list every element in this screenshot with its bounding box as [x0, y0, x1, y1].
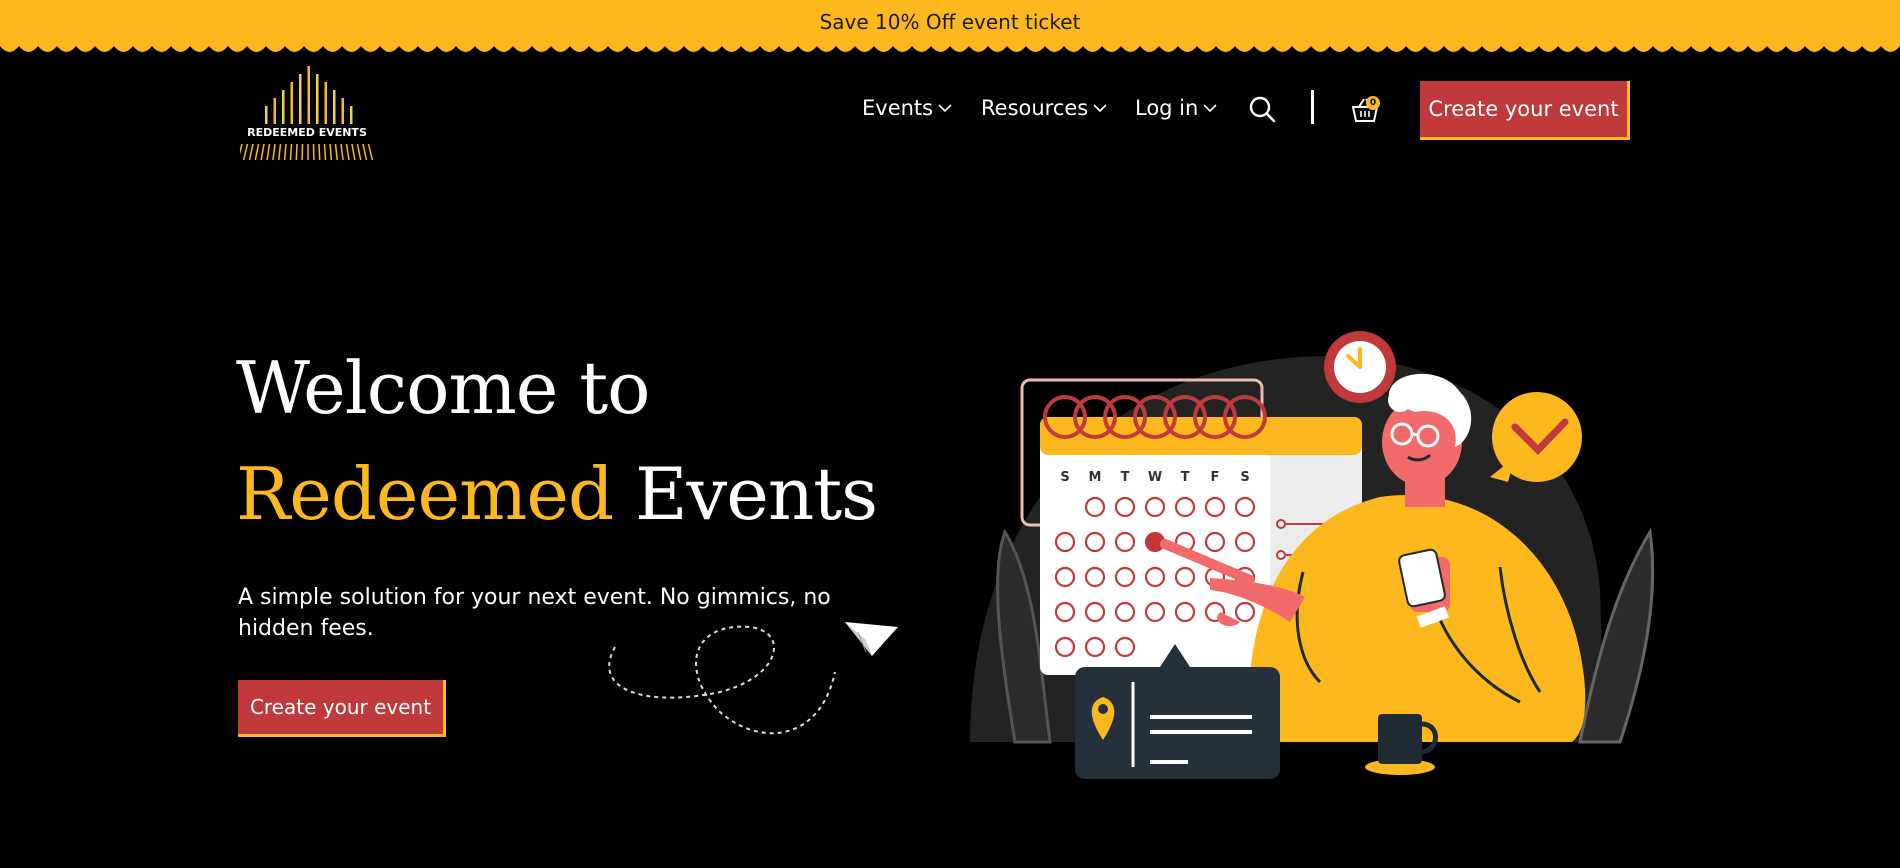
calendar-day [1084, 601, 1106, 623]
calendar-day [1054, 636, 1076, 658]
chevron-down-icon [938, 104, 952, 113]
nav-login[interactable]: Log in [1135, 96, 1218, 120]
calendar-day [1234, 496, 1256, 518]
nav-resources-label: Resources [981, 96, 1089, 120]
logo-rays [265, 66, 353, 124]
create-event-label: Create your event [249, 695, 432, 719]
logo[interactable]: REDEEMED EVENTS [240, 66, 374, 162]
logo-text: REDEEMED EVENTS [247, 126, 367, 139]
nav-events[interactable]: Events [862, 96, 953, 120]
nav-resources[interactable]: Resources [981, 96, 1108, 120]
chevron-down-icon [1203, 104, 1217, 113]
calendar-day [1114, 531, 1136, 553]
paper-plane-icon [845, 622, 898, 656]
calendar-day [1144, 496, 1166, 518]
logo-bottom-rays [240, 143, 374, 161]
calendar-day [1114, 636, 1136, 658]
paper-plane-illustration [608, 622, 898, 735]
weekday-label: F [1211, 470, 1220, 485]
nav-events-label: Events [862, 96, 934, 120]
calendar-day [1174, 496, 1196, 518]
nav-login-label: Log in [1135, 96, 1199, 120]
calendar-day [1084, 531, 1106, 553]
hero-title-end: Events [635, 452, 878, 536]
create-event-button-hero[interactable]: Create your event [238, 680, 446, 737]
hero-title: Welcome to Redeemed Events [236, 335, 878, 547]
calendar-day [1144, 566, 1166, 588]
calendar-day [1054, 566, 1076, 588]
chevron-down-icon [1093, 104, 1107, 113]
weekday-label: M [1089, 470, 1102, 485]
create-event-button-header[interactable]: Create your event [1420, 81, 1630, 140]
calendar-day [1084, 496, 1106, 518]
calendar-day [1174, 601, 1196, 623]
calendar-day [1084, 566, 1106, 588]
weekday-label: S [1240, 470, 1249, 485]
calendar-day [1084, 636, 1106, 658]
cart-count-badge: 0 [1366, 96, 1380, 110]
calendar-day [1174, 566, 1196, 588]
calendar-day [1114, 496, 1136, 518]
calendar-day [1234, 531, 1256, 553]
calendar-day [1204, 531, 1226, 553]
calendar-day [1114, 601, 1136, 623]
check-bubble-icon [1490, 392, 1582, 482]
hero-title-line1: Welcome to [236, 346, 651, 430]
calendar-day [1054, 531, 1076, 553]
weekday-label: S [1060, 470, 1069, 485]
weekday-label: T [1121, 470, 1130, 485]
promo-banner: Save 10% Off event ticket [0, 0, 1900, 44]
calendar-illustration: S M T W T F S [970, 331, 1655, 779]
calendar-day [1144, 601, 1166, 623]
search-icon[interactable] [1248, 95, 1276, 123]
create-event-label: Create your event [1428, 97, 1619, 121]
calendar-day [1054, 601, 1076, 623]
calendar-day [1234, 601, 1256, 623]
promo-text: Save 10% Off event ticket [819, 10, 1081, 34]
banner-wave-edge [0, 40, 1900, 52]
clock-icon [1324, 331, 1396, 403]
weekday-label: W [1148, 470, 1162, 485]
hero-title-accent: Redeemed [236, 452, 614, 536]
hero-title-line2: Redeemed Events [236, 441, 878, 547]
calendar-day [1114, 566, 1136, 588]
weekday-label: T [1181, 470, 1190, 485]
nav-divider [1311, 90, 1314, 124]
calendar-day [1204, 496, 1226, 518]
